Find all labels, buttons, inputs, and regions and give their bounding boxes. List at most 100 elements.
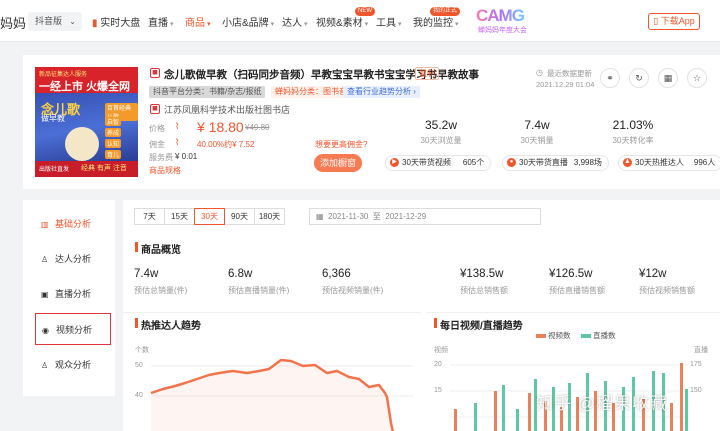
stat-views: 35.2w	[424, 118, 458, 132]
star-icon[interactable]: ☆	[687, 68, 707, 88]
stat-conversion: 21.03%	[612, 118, 654, 132]
commission-value: 40.00%约¥ 7.52	[197, 140, 255, 149]
product-card: 新品征集达人服务 一经上市 火爆全网 念儿歌 做早教 百首经典儿歌 启智 养成 …	[23, 55, 720, 189]
fee-label: 服务费	[149, 153, 173, 162]
nav-item-monitor[interactable]: 我的监控 ▾	[413, 14, 459, 29]
nav-item-goods[interactable]: 商品 ▾	[185, 14, 211, 29]
overview-total-sales-label: 预估总销量(件)	[134, 286, 188, 295]
range-7d[interactable]: 7天	[134, 208, 165, 225]
version-select[interactable]: 抖音版 ⌄	[28, 12, 82, 31]
watermark: 知乎 @榴果收藏	[536, 394, 668, 413]
overview-video-sales-label: 预估视频销量(件)	[322, 286, 384, 295]
stat-sales: 7.4w	[524, 118, 550, 132]
nav-item-shop-brand[interactable]: 小店&品牌 ▾	[222, 14, 274, 29]
time-range-tabs: 7天 15天 30天 90天 180天	[134, 208, 285, 225]
stat-sales-label: 30天销量	[520, 136, 554, 145]
copy-button[interactable]: 复制	[415, 67, 439, 80]
overview-live-gmv-label: 预估直播销售额	[549, 286, 605, 295]
tv-icon: ▣	[41, 290, 49, 299]
product-cover-image[interactable]: 新品征集达人服务 一经上市 火爆全网 念儿歌 做早教 百首经典儿歌 启智 养成 …	[35, 67, 138, 177]
sidebar-item-influencer[interactable]: ♙ 达人分析	[35, 243, 111, 275]
overview-total-gmv: ¥138.5w	[460, 268, 504, 280]
download-app-button[interactable]: ▯ 下载App	[648, 13, 700, 30]
overview-title: 商品概览	[135, 241, 181, 256]
refresh-icon[interactable]: ↻	[629, 68, 649, 88]
annual-conference-banner[interactable]: CAMG 蝉妈妈年度大会	[476, 6, 527, 36]
nav-item-influencer[interactable]: 达人 ▾	[282, 14, 308, 29]
price-value: ¥ 18.80	[197, 119, 244, 135]
nav-item-realtime[interactable]: ▮ 实时大盘	[92, 14, 140, 29]
overview-video-gmv-label: 预估视频销售额	[639, 286, 695, 295]
logo-text[interactable]: 妈妈	[0, 13, 26, 32]
chevron-down-icon: ▾	[455, 21, 459, 28]
chevron-down-icon: ▾	[398, 21, 402, 28]
original-price: ¥49.80	[245, 123, 270, 132]
commission-trend-icon[interactable]: ⌇	[175, 137, 179, 148]
shop-name[interactable]: 江苏凤凰科学技术出版社图书店	[164, 103, 290, 116]
product-spec-link[interactable]: 商品规格	[149, 165, 181, 176]
link-icon[interactable]: ⚭	[600, 68, 620, 88]
cover-tag: 启智	[105, 117, 122, 126]
overview-video-sales: 6,366	[322, 268, 351, 280]
qrcode-icon[interactable]: ▦	[658, 68, 678, 88]
overview-live-gmv: ¥126.5w	[549, 268, 593, 280]
cover-tag: 认知	[105, 139, 122, 148]
nav-item-video-material[interactable]: 视频&素材 ▾	[316, 14, 368, 29]
range-90d[interactable]: 90天	[224, 208, 255, 225]
overview-video-gmv: ¥12w	[639, 268, 667, 280]
chevron-down-icon: ⌄	[69, 17, 76, 26]
account-badge: 我的正式	[430, 7, 461, 16]
clock-icon: ◷	[536, 68, 543, 77]
play-circle-icon: ◉	[42, 326, 49, 335]
shop-icon: ◼	[150, 104, 160, 114]
fee-value: ¥ 0.01	[175, 152, 198, 161]
commission-label: 佣金	[149, 140, 165, 149]
video-count-pill[interactable]: ▶ 30天带货视频 605个	[385, 155, 492, 171]
cover-slogan: 经典 有声 注音	[81, 165, 127, 172]
promo-logo: CAMG	[476, 6, 525, 25]
influencer-count-pill[interactable]: ♟ 30天热推达人 996人	[618, 155, 720, 171]
sidebar-item-video[interactable]: ◉ 视频分析	[35, 313, 111, 345]
chevron-down-icon: ▾	[170, 21, 174, 28]
live-icon: ●	[507, 158, 516, 168]
moon-illustration	[65, 127, 99, 161]
influencer-trend-plot[interactable]	[123, 313, 421, 431]
higher-commission-link[interactable]: 想要更高佣金?	[315, 139, 367, 150]
range-15d[interactable]: 15天	[164, 208, 195, 225]
new-badge: NEW	[355, 7, 375, 16]
sidebar-item-audience[interactable]: ♙ 观众分析	[35, 349, 111, 381]
analysis-sidebar: ▥ 基础分析 ♙ 达人分析 ▣ 直播分析 ◉ 视频分析 ♙ 观众分析	[23, 200, 115, 396]
chevron-down-icon: ▾	[270, 21, 275, 28]
cover-headline: 一经上市 火爆全网	[39, 81, 131, 93]
calendar-icon: ▦	[316, 212, 324, 221]
nav-item-tools[interactable]: 工具 ▾	[376, 14, 402, 29]
overview-live-sales: 6.8w	[228, 268, 253, 280]
industry-trend-link[interactable]: 查看行业趋势分析 ›	[343, 86, 420, 98]
promo-caption: 蝉妈妈年度大会	[478, 27, 527, 34]
user-icon: ♙	[41, 255, 49, 264]
chart-icon: ▥	[41, 220, 49, 229]
video-icon: ▶	[390, 158, 399, 168]
phone-icon: ▯	[653, 16, 659, 26]
date-range-picker[interactable]: ▦ 2021-11-30 至 2021-12-29	[309, 208, 541, 225]
update-label: 最近数据更新	[547, 69, 592, 78]
bar-chart-icon: ▮	[92, 18, 98, 29]
overview-total-gmv-label: 预估总销售额	[460, 286, 508, 295]
sidebar-item-basic[interactable]: ▥ 基础分析	[35, 208, 111, 240]
platform-category-chip: 抖音平台分类：书籍/杂志/报纸	[149, 86, 266, 98]
sidebar-item-live[interactable]: ▣ 直播分析	[35, 278, 111, 310]
range-180d[interactable]: 180天	[254, 208, 285, 225]
top-navbar: 妈妈 抖音版 ⌄ ▮ 实时大盘 直播 ▾ 商品 ▾ 小店&品牌 ▾ 达人 ▾ 视频&素材 ▾…	[0, 0, 720, 42]
price-trend-icon[interactable]: ⌇	[175, 121, 179, 132]
cover-subtitle: 做早教	[41, 114, 65, 123]
cover-top-line: 新品征集达人服务	[39, 72, 88, 78]
version-label: 抖音版	[35, 16, 63, 26]
chevron-down-icon: ▾	[207, 21, 211, 28]
live-count-pill[interactable]: ● 30天带货直播 3,998场	[502, 155, 609, 171]
add-to-showcase-button[interactable]: 添加橱窗	[314, 154, 362, 172]
overview-total-sales: 7.4w	[134, 268, 159, 280]
update-time: 2021.12.29 01:04	[536, 80, 595, 89]
stat-conversion-label: 30天转化率	[612, 136, 654, 145]
range-30d[interactable]: 30天	[194, 208, 225, 225]
nav-item-live[interactable]: 直播 ▾	[148, 14, 174, 29]
